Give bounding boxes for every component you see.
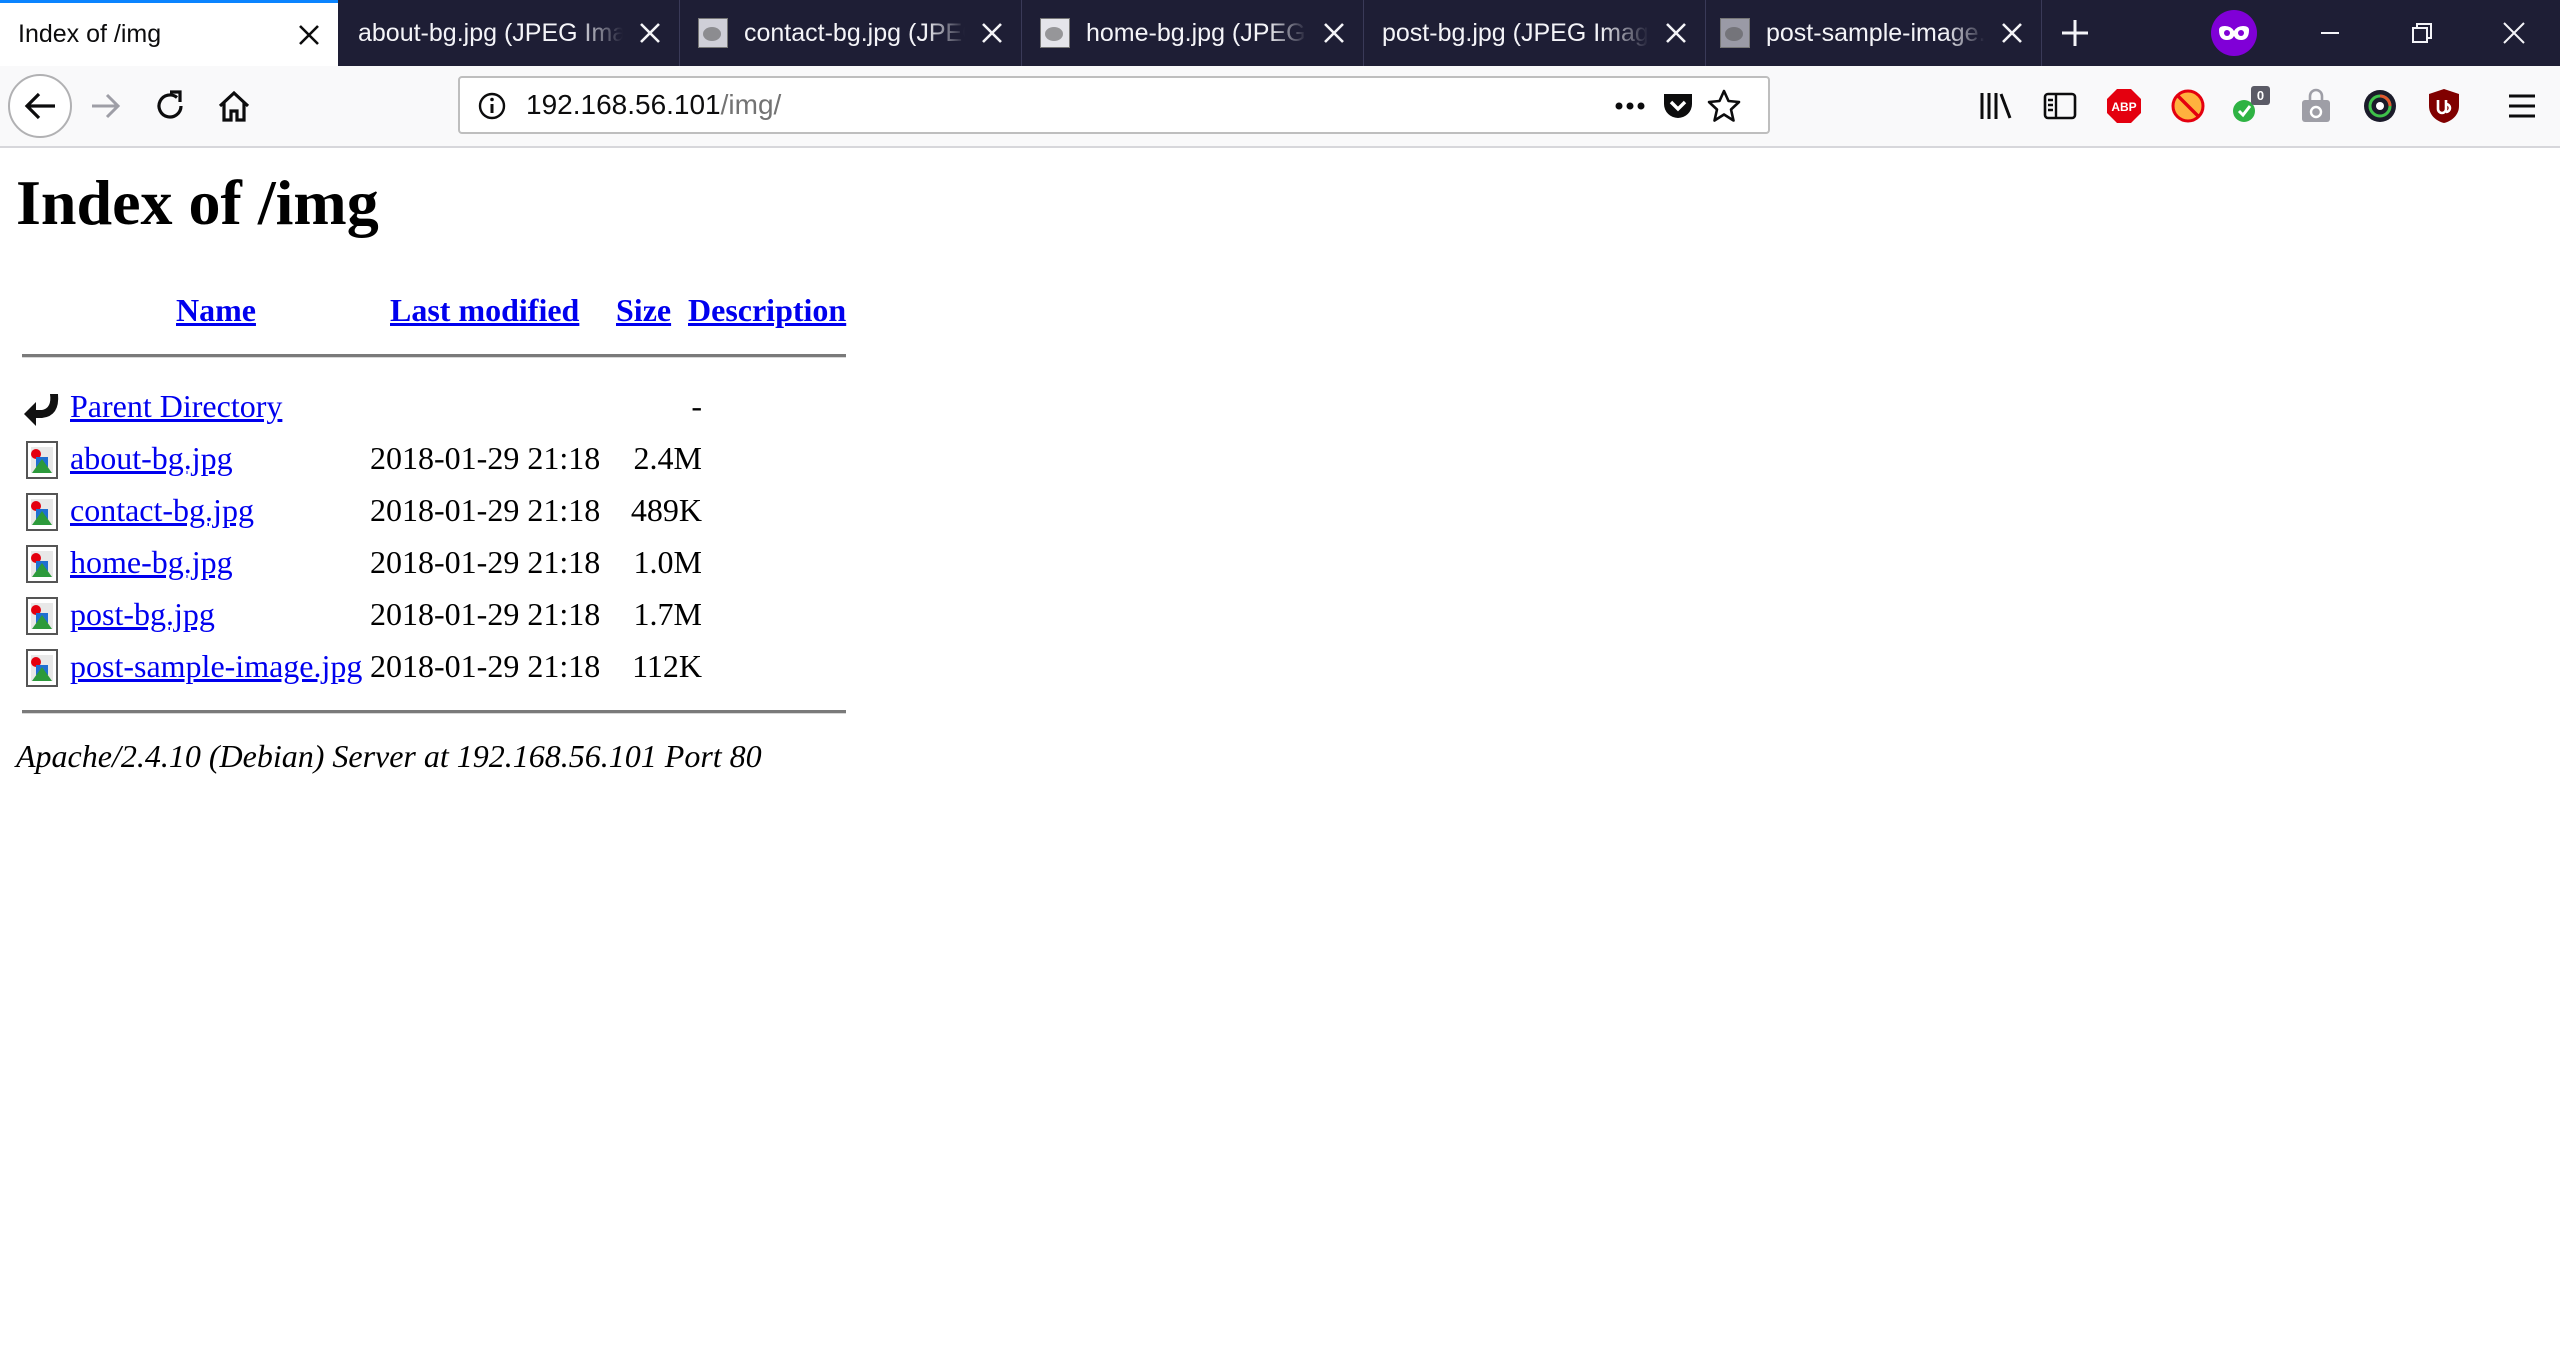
file-size: 1.7M [633,596,702,632]
block-extension-icon[interactable] [2166,84,2210,128]
file-link[interactable]: contact-bg.jpg [70,492,254,529]
pocket-icon[interactable] [1660,88,1696,124]
tab-home-bg[interactable]: home-bg.jpg (JPEG Image, 1920 × 1080 pix… [1022,0,1364,66]
sort-by-last-modified-link[interactable]: Last modified [390,292,579,329]
hamburger-menu-icon[interactable] [2500,84,2544,128]
tab-post-bg[interactable]: post-bg.jpg (JPEG Image, 1920 × 1080 pix… [1364,0,1706,66]
tab-post-sample-image[interactable]: post-sample-image.jpg (JPEG Image) [1706,0,2042,66]
page-title: Index of /img [16,167,379,238]
home-button[interactable] [204,76,264,136]
extension-badge-icon[interactable]: 0 [2228,84,2272,128]
url-host: 192.168.56.101 [526,89,721,120]
close-tab-icon[interactable] [1995,16,2029,50]
library-icon[interactable] [1974,84,2018,128]
minimize-icon [2321,32,2339,34]
table-row: about-bg.jpg 2018-01-29 21:18 2.4M [22,436,822,484]
server-signature: Apache/2.4.10 (Debian) Server at 192.168… [16,738,762,774]
file-size: 489K [630,492,702,528]
tab-title: about-bg.jpg (JPEG Image, 1920 × 1080 pi… [358,18,623,47]
image-file-icon [26,649,58,687]
table-row: post-bg.jpg 2018-01-29 21:18 1.7M [22,592,822,640]
minimize-button[interactable] [2284,0,2376,66]
file-modified: 2018-01-29 21:18 [370,596,601,632]
tab-title: post-bg.jpg (JPEG Image, 1920 × 1080 pix… [1382,18,1649,47]
sort-by-size-link[interactable]: Size [616,292,671,329]
close-tab-icon[interactable] [633,16,667,50]
close-icon [2503,22,2525,44]
reload-button[interactable] [140,76,200,136]
home-icon [218,90,250,122]
close-tab-icon[interactable] [1317,16,1351,50]
forward-button[interactable] [76,76,136,136]
image-file-icon [26,545,58,583]
back-arrow-icon [24,394,59,426]
url-path: /img/ [720,89,782,120]
file-modified: 2018-01-29 21:18 [370,544,601,580]
extension-badge-count: 0 [2257,88,2264,103]
image-thumbnail-icon [1040,18,1070,48]
new-tab-button[interactable] [2050,8,2100,58]
image-file-icon [26,493,58,531]
file-modified: 2018-01-29 21:18 [370,440,601,476]
tab-title: home-bg.jpg (JPEG Image, 1920 × 1080 pix… [1086,18,1307,47]
file-modified: 2018-01-29 21:18 [370,648,601,684]
file-modified: 2018-01-29 21:18 [370,492,601,528]
image-file-icon [26,441,58,479]
tab-title: Index of /img [18,20,162,48]
file-size: 1.0M [633,544,702,580]
image-file-icon [26,597,58,635]
image-thumbnail-icon [1720,18,1750,48]
footer-divider [22,710,846,714]
tab-title: contact-bg.jpg (JPEG Image, 1920 × 1080 … [744,18,965,47]
file-size: 2.4M [633,440,702,476]
site-info-icon[interactable] [474,88,510,124]
forward-arrow-icon [92,93,121,119]
close-window-button[interactable] [2468,0,2560,66]
tab-about-bg[interactable]: about-bg.jpg (JPEG Image, 1920 × 1080 pi… [338,0,680,66]
bookmark-star-icon[interactable] [1706,88,1742,124]
file-link[interactable]: about-bg.jpg [70,440,233,477]
sort-by-name-link[interactable]: Name [176,292,256,329]
file-link[interactable]: home-bg.jpg [70,544,233,581]
table-row: contact-bg.jpg 2018-01-29 21:18 489K [22,488,822,536]
file-size: 112K [632,648,702,684]
close-tab-icon[interactable] [292,18,326,52]
shopping-bag-icon[interactable] [2294,84,2338,128]
directory-listing-page: Index of /img Name Last modified Size De… [0,148,2560,1360]
tab-strip: Index of /img about-bg.jpg (JPEG Image, … [0,0,2560,66]
sidebar-icon[interactable] [2038,84,2082,128]
ublock-origin-icon[interactable] [2422,84,2466,128]
reload-icon [157,90,183,119]
header-divider [22,354,846,358]
url-text[interactable]: 192.168.56.101/img/ [526,78,781,132]
plus-icon [2062,20,2088,46]
parent-directory-link[interactable]: Parent Directory [70,388,282,425]
private-browsing-icon [2211,10,2257,56]
abp-label: ABP [2111,100,2136,114]
adblock-plus-icon[interactable]: ABP [2102,84,2146,128]
sort-by-description-link[interactable]: Description [688,292,846,329]
navigation-toolbar: 192.168.56.101/img/ ABP 0 [0,66,2560,148]
color-picker-icon[interactable] [2358,84,2402,128]
table-row: home-bg.jpg 2018-01-29 21:18 1.0M [22,540,822,588]
parent-size: - [691,388,702,424]
table-row: post-sample-image.jpg 2018-01-29 21:18 1… [22,644,822,692]
close-tab-icon[interactable] [975,16,1009,50]
image-thumbnail-icon [698,18,728,48]
page-actions-icon[interactable] [1612,88,1648,124]
file-link[interactable]: post-sample-image.jpg [70,648,362,685]
close-tab-icon[interactable] [1659,16,1693,50]
restore-icon [2412,23,2432,43]
back-arrow-icon [24,92,55,120]
tab-contact-bg[interactable]: contact-bg.jpg (JPEG Image, 1920 × 1080 … [680,0,1022,66]
address-bar[interactable]: 192.168.56.101/img/ [458,76,1770,134]
table-row-parent: Parent Directory - [22,384,822,432]
back-button[interactable] [8,74,72,138]
restore-button[interactable] [2376,0,2468,66]
file-link[interactable]: post-bg.jpg [70,596,215,633]
tab-title: post-sample-image.jpg (JPEG Image) [1766,18,1985,47]
tab-index-of-img[interactable]: Index of /img [0,0,338,66]
